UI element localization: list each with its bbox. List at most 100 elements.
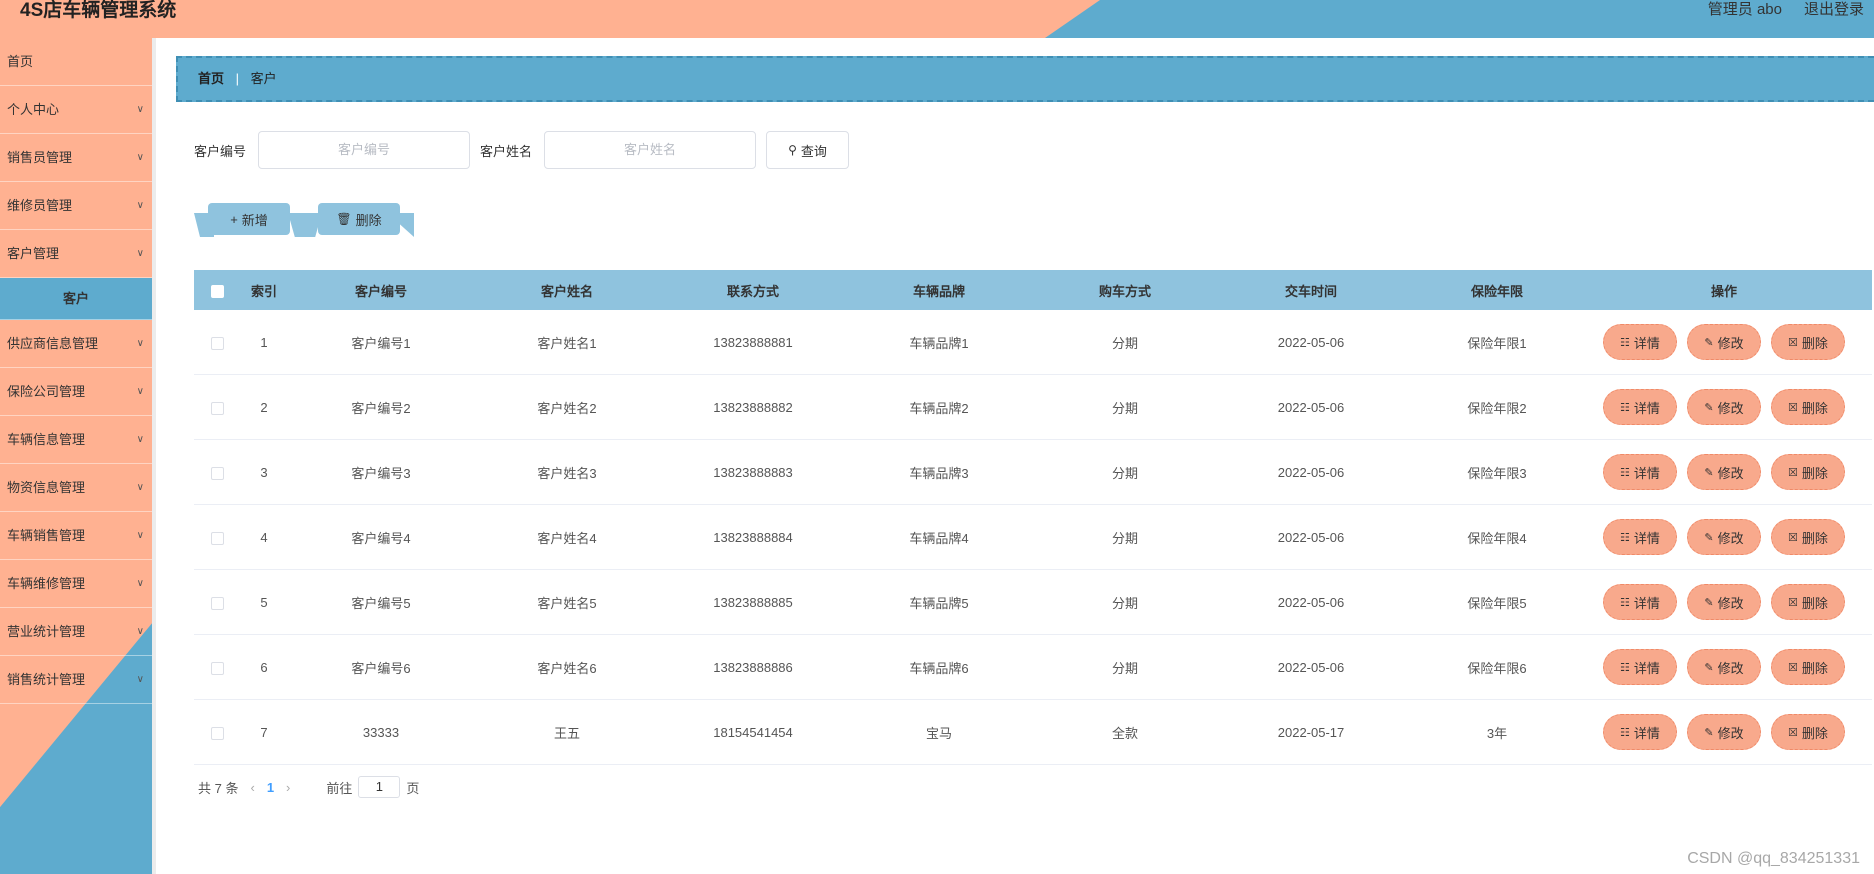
- table-cell: 分期: [1111, 595, 1138, 611]
- breadcrumb-current: 客户: [250, 71, 277, 86]
- detail-button[interactable]: ☷ 详情: [1603, 389, 1677, 425]
- watermark: CSDN @qq_834251331: [1687, 850, 1860, 867]
- edit-button[interactable]: ✎ 修改: [1687, 714, 1761, 750]
- table-cell: 13823888886: [713, 659, 793, 675]
- detail-button[interactable]: ☷ 详情: [1603, 714, 1677, 750]
- breadcrumb-home[interactable]: 首页: [198, 71, 224, 86]
- row-select-cell: [194, 529, 240, 545]
- delete-button[interactable]: 🗑 删除: [318, 203, 400, 235]
- row-delete-button[interactable]: ☒ 删除: [1771, 584, 1845, 620]
- row-checkbox[interactable]: [210, 531, 224, 545]
- pencil-icon: ✎: [1704, 596, 1714, 609]
- chevron-down-icon: ∨: [136, 248, 144, 259]
- table-cell: 客户编号5: [351, 595, 411, 611]
- search-icon: ⚲: [788, 143, 797, 157]
- column-header: 操作: [1710, 283, 1737, 299]
- sidebar-item[interactable]: 销售员管理 ∨: [0, 134, 152, 182]
- chevron-right-icon[interactable]: ›: [286, 780, 290, 795]
- detail-button[interactable]: ☷ 详情: [1603, 324, 1677, 360]
- chevron-left-icon[interactable]: ‹: [250, 780, 254, 795]
- table-cell: 7: [260, 724, 268, 740]
- row-delete-label: 删除: [1801, 530, 1828, 546]
- table-cell: 车辆品牌5: [909, 595, 969, 611]
- sidebar-item[interactable]: 供应商信息管理 ∨: [0, 320, 152, 368]
- edit-button[interactable]: ✎ 修改: [1687, 519, 1761, 555]
- delete-button-tail: [288, 213, 322, 237]
- sidebar-item-label: 客户: [62, 291, 89, 306]
- row-checkbox[interactable]: [210, 661, 224, 675]
- table-cell: 2022-05-06: [1277, 659, 1345, 675]
- sidebar-item[interactable]: 车辆维修管理 ∨: [0, 560, 152, 608]
- row-delete-label: 删除: [1801, 725, 1828, 741]
- edit-button[interactable]: ✎ 修改: [1687, 584, 1761, 620]
- row-checkbox[interactable]: [210, 401, 224, 415]
- sidebar-item[interactable]: 营业统计管理 ∨: [0, 608, 152, 656]
- row-select-cell: [194, 334, 240, 350]
- row-select-cell: [194, 594, 240, 610]
- row-delete-button[interactable]: ☒ 删除: [1771, 324, 1845, 360]
- edit-button[interactable]: ✎ 修改: [1687, 649, 1761, 685]
- table-cell: 车辆品牌1: [909, 335, 969, 351]
- table-row: 3 客户编号3 客户姓名3 13823888883 车辆品牌3 分期 2022-05-06 保…: [194, 440, 1872, 505]
- table-cell: 2022-05-17: [1277, 724, 1345, 740]
- row-checkbox[interactable]: [210, 596, 224, 610]
- sidebar-item[interactable]: 维修员管理 ∨: [0, 182, 152, 230]
- row-checkbox[interactable]: [210, 466, 224, 480]
- sidebar-item-label: 营业统计管理: [7, 624, 86, 639]
- row-checkbox[interactable]: [210, 336, 224, 350]
- document-icon: ☷: [1620, 531, 1630, 544]
- row-checkbox[interactable]: [210, 726, 224, 740]
- detail-button[interactable]: ☷ 详情: [1603, 454, 1677, 490]
- table-cell: 客户姓名2: [537, 400, 597, 416]
- row-delete-label: 删除: [1801, 400, 1828, 416]
- sidebar-item[interactable]: 保险公司管理 ∨: [0, 368, 152, 416]
- table-cell: 客户编号4: [351, 530, 411, 546]
- row-delete-button[interactable]: ☒ 删除: [1771, 649, 1845, 685]
- row-select-cell: [194, 464, 240, 480]
- trash-icon: ☒: [1788, 596, 1798, 609]
- sidebar-item[interactable]: 车辆信息管理 ∨: [0, 416, 152, 464]
- detail-label: 详情: [1633, 335, 1660, 351]
- pagination: 共 7 条 ‹ 1 › 前往 1 页: [198, 776, 419, 798]
- sidebar-item[interactable]: 客户: [0, 278, 152, 320]
- goto-page-input[interactable]: 1: [358, 776, 401, 798]
- row-delete-button[interactable]: ☒ 删除: [1771, 519, 1845, 555]
- page-number[interactable]: 1: [267, 780, 274, 795]
- edit-button[interactable]: ✎ 修改: [1687, 324, 1761, 360]
- sidebar-item-label: 保险公司管理: [7, 384, 86, 399]
- delete-label: 删除: [355, 212, 382, 228]
- select-all-cell: [194, 282, 240, 298]
- sidebar-item[interactable]: 首页: [0, 38, 152, 86]
- table-cell: 客户姓名5: [537, 595, 597, 611]
- goto-suffix: 页: [406, 780, 420, 796]
- table-cell: 2022-05-06: [1277, 334, 1345, 350]
- row-delete-button[interactable]: ☒ 删除: [1771, 714, 1845, 750]
- customer-name-input[interactable]: 客户姓名: [544, 131, 757, 169]
- customer-id-input[interactable]: 客户编号: [258, 131, 471, 169]
- row-delete-button[interactable]: ☒ 删除: [1771, 389, 1845, 425]
- sidebar-item[interactable]: 车辆销售管理 ∨: [0, 512, 152, 560]
- sidebar-item[interactable]: 物资信息管理 ∨: [0, 464, 152, 512]
- sidebar-item[interactable]: 客户管理 ∨: [0, 230, 152, 278]
- sidebar-item-label: 销售统计管理: [7, 672, 86, 687]
- edit-button[interactable]: ✎ 修改: [1687, 454, 1761, 490]
- edit-button[interactable]: ✎ 修改: [1687, 389, 1761, 425]
- row-delete-label: 删除: [1801, 595, 1828, 611]
- sidebar-item[interactable]: 个人中心 ∨: [0, 86, 152, 134]
- row-select-cell: [194, 659, 240, 675]
- detail-button[interactable]: ☷ 详情: [1603, 649, 1677, 685]
- table-cell: 1: [260, 334, 268, 350]
- row-delete-button[interactable]: ☒ 删除: [1771, 454, 1845, 490]
- query-button[interactable]: ⚲ 查询: [766, 131, 850, 169]
- row-select-cell: [194, 724, 240, 740]
- table-cell: 保险年限2: [1467, 400, 1527, 416]
- detail-button[interactable]: ☷ 详情: [1603, 584, 1677, 620]
- logout-link[interactable]: 退出登录: [1804, 0, 1864, 20]
- add-button[interactable]: + 新增: [208, 203, 290, 235]
- trash-icon: ☒: [1788, 661, 1798, 674]
- column-header: 保险年限: [1470, 283, 1523, 299]
- sidebar-item[interactable]: 销售统计管理 ∨: [0, 656, 152, 704]
- select-all-checkbox[interactable]: [210, 284, 224, 298]
- column-header: 客户姓名: [540, 283, 593, 299]
- detail-button[interactable]: ☷ 详情: [1603, 519, 1677, 555]
